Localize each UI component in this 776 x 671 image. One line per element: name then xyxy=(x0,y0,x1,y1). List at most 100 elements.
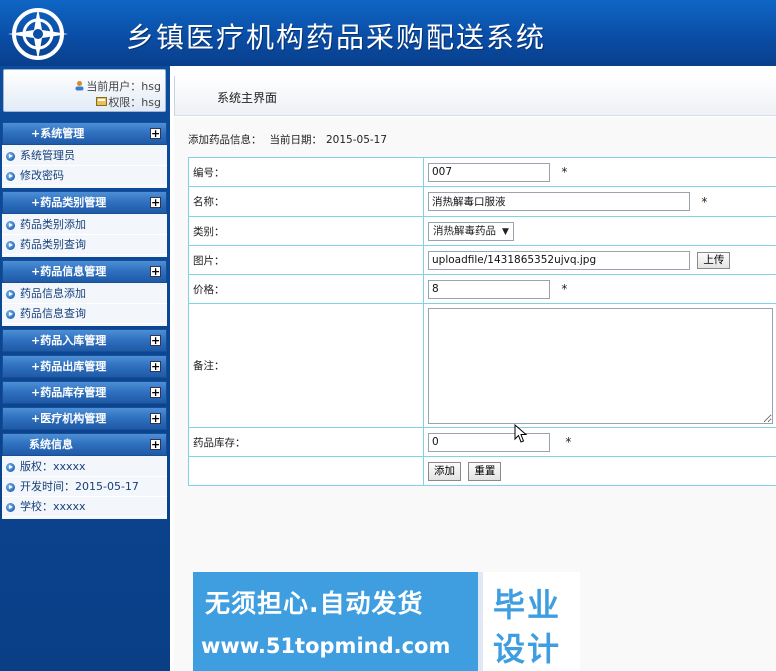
sidebar-item-change-password[interactable]: 修改密码 xyxy=(2,166,167,186)
expand-icon[interactable]: + xyxy=(150,266,161,277)
image-path-input[interactable] xyxy=(428,250,690,270)
note-textarea[interactable] xyxy=(428,307,773,424)
form-row-name: 名称： * xyxy=(188,186,776,217)
menu-group-label: +系统管理 xyxy=(31,127,85,140)
menu-item-label: 药品类别添加 xyxy=(20,218,86,231)
submit-button[interactable]: 添加 xyxy=(428,461,461,481)
sidebar-item-admins[interactable]: 系统管理员 xyxy=(2,146,167,166)
bullet-icon xyxy=(6,483,15,492)
menu-group-label: 系统信息 xyxy=(29,438,73,451)
sidebar-item-drug-add[interactable]: 药品信息添加 xyxy=(2,284,167,304)
form-row-note: 备注： xyxy=(188,303,776,428)
menu-group-label: +药品库存管理 xyxy=(31,386,107,399)
menu-group-category[interactable]: +药品类别管理 + xyxy=(2,191,167,214)
sidebar-item-category-query[interactable]: 药品类别查询 xyxy=(2,235,167,255)
bullet-icon xyxy=(6,503,15,512)
sysinfo-text: 学校：xxxxx xyxy=(20,500,86,513)
menu-item-label: 药品信息添加 xyxy=(20,287,86,300)
field-label: 药品库存： xyxy=(188,427,424,457)
stock-input[interactable] xyxy=(428,432,550,452)
field-label: 备注： xyxy=(188,303,424,428)
field-label: 名称： xyxy=(188,186,424,217)
current-user-text: 当前用户：hsg xyxy=(86,80,161,93)
reset-button[interactable]: 重置 xyxy=(468,461,502,481)
menu-group-label: +医疗机构管理 xyxy=(31,412,107,425)
breadcrumb-text: 系统主界面 xyxy=(217,91,278,105)
price-input[interactable] xyxy=(428,279,550,299)
menu-group-label: +药品类别管理 xyxy=(31,196,107,209)
sysinfo-text: 开发时间：2015-05-17 xyxy=(20,480,139,493)
promo-badge: 毕业 设计 xyxy=(483,572,580,671)
empty-cell xyxy=(188,456,424,486)
menu-list-drug-info: 药品信息添加 药品信息查询 xyxy=(2,283,167,326)
permission-line: 权限：hsg xyxy=(96,94,161,110)
sysinfo-copyright: 版权：xxxxx xyxy=(2,457,167,477)
menu-item-label: 系统管理员 xyxy=(20,149,75,162)
expand-icon[interactable]: + xyxy=(150,128,161,139)
menu-group-label: +药品入库管理 xyxy=(31,334,107,347)
breadcrumb: 系统主界面 xyxy=(174,76,776,116)
field-label: 价格： xyxy=(188,274,424,304)
menu-item-label: 修改密码 xyxy=(20,169,64,182)
field-cell: * xyxy=(423,157,776,187)
form-row-stock: 药品库存： * xyxy=(188,427,776,457)
field-cell: 上传 xyxy=(423,245,776,275)
form-info-line: 添加药品信息： 当前日期： 2015-05-17 xyxy=(188,132,387,147)
app-header: 乡镇医疗机构药品采购配送系统 xyxy=(0,0,776,66)
required-mark: * xyxy=(701,194,708,209)
form-heading: 添加药品信息： xyxy=(188,134,262,146)
actions-cell: 添加 重置 xyxy=(423,456,776,486)
menu-group-system[interactable]: +系统管理 + xyxy=(2,122,167,145)
form-row-code: 编号： * xyxy=(188,157,776,187)
upload-button[interactable]: 上传 xyxy=(697,251,731,269)
bullet-icon xyxy=(6,463,15,472)
expand-icon[interactable]: + xyxy=(150,387,161,398)
form-row-price: 价格： * xyxy=(188,274,776,304)
expand-icon[interactable]: + xyxy=(150,439,161,450)
menu-group-sysinfo[interactable]: 系统信息 + xyxy=(2,433,167,456)
expand-icon[interactable]: + xyxy=(150,197,161,208)
expand-icon[interactable]: + xyxy=(150,413,161,424)
field-cell: * xyxy=(423,186,776,217)
dropdown-arrow-icon: ▼ xyxy=(502,226,509,237)
sysinfo-school: 学校：xxxxx xyxy=(2,497,167,517)
promo-badge-line2: 设计 xyxy=(493,630,562,668)
code-input[interactable] xyxy=(428,162,550,182)
bullet-icon xyxy=(6,172,15,181)
menu-item-label: 药品类别查询 xyxy=(20,238,86,251)
field-label: 编号： xyxy=(188,157,424,187)
form-row-image: 图片： 上传 xyxy=(188,245,776,275)
sidebar-item-drug-query[interactable]: 药品信息查询 xyxy=(2,304,167,324)
field-cell xyxy=(423,303,776,428)
form-row-actions: 添加 重置 xyxy=(188,456,776,486)
menu-list-system: 系统管理员 修改密码 xyxy=(2,145,167,188)
menu-group-institutions[interactable]: +医疗机构管理 + xyxy=(2,407,167,430)
menu-group-drug-info[interactable]: +药品信息管理 + xyxy=(2,260,167,283)
field-cell: * xyxy=(423,274,776,304)
name-input[interactable] xyxy=(428,192,690,211)
required-mark: * xyxy=(565,435,572,449)
promo-badge-line1: 毕业 xyxy=(493,586,562,624)
sidebar-item-category-add[interactable]: 药品类别添加 xyxy=(2,215,167,235)
expand-icon[interactable]: + xyxy=(150,361,161,372)
expand-icon[interactable]: + xyxy=(150,335,161,346)
menu-group-stock-out[interactable]: +药品出库管理 + xyxy=(2,355,167,378)
sidebar: 当前用户：hsg 权限：hsg +系统管理 + 系统管理员 修改密码 +药品类别… xyxy=(0,66,170,671)
menu-group-inventory[interactable]: +药品库存管理 + xyxy=(2,381,167,404)
menu-list-sysinfo: 版权：xxxxx 开发时间：2015-05-17 学校：xxxxx xyxy=(2,456,167,519)
current-user-line: 当前用户：hsg xyxy=(74,78,161,94)
form-row-category: 类别： 消热解毒药品 ▼ xyxy=(188,216,776,246)
bullet-icon xyxy=(6,152,15,161)
bullet-icon xyxy=(6,290,15,299)
bullet-icon xyxy=(6,221,15,230)
promo-banner: 无须担心.自动发货 www.51topmind.com 毕业 设计 xyxy=(193,572,580,671)
field-label: 图片： xyxy=(188,245,424,275)
menu-group-stock-in[interactable]: +药品入库管理 + xyxy=(2,329,167,352)
promo-left-panel: 无须担心.自动发货 www.51topmind.com xyxy=(193,572,478,671)
required-mark: * xyxy=(561,165,568,179)
menu-group-label: +药品信息管理 xyxy=(31,265,107,278)
category-select[interactable]: 消热解毒药品 ▼ xyxy=(428,221,514,241)
permission-text: 权限：hsg xyxy=(108,96,161,109)
menu-item-label: 药品信息查询 xyxy=(20,307,86,320)
required-mark: * xyxy=(561,282,568,296)
